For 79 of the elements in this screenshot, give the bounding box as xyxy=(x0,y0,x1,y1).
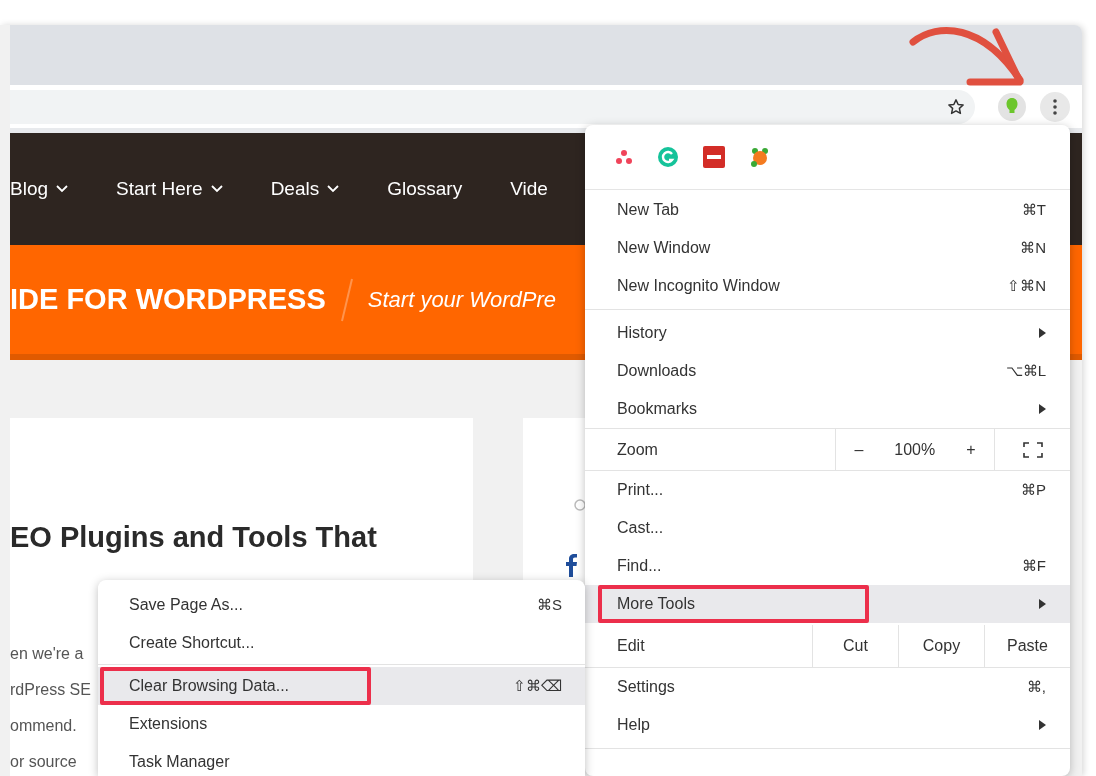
menu-item-label: New Window xyxy=(617,238,711,258)
menu-item-label: Extensions xyxy=(129,714,208,734)
edit-action-button[interactable]: Copy xyxy=(898,625,984,667)
menu-item-label: Downloads xyxy=(617,361,697,381)
nav-link[interactable]: Vide xyxy=(510,174,548,204)
menu-item-label: History xyxy=(617,323,667,343)
menu-item-label: New Tab xyxy=(617,200,679,220)
menu-item-label: Edit xyxy=(616,636,646,656)
article-text: rdPress SE xyxy=(10,679,91,700)
menu-item-label: Create Shortcut... xyxy=(129,633,255,653)
zoom-out-button[interactable]: – xyxy=(848,437,870,462)
menu-item-label: More Tools xyxy=(617,594,695,614)
chevron-down-icon xyxy=(210,185,223,193)
menu-item-label: Bookmarks xyxy=(617,399,698,419)
menu-item[interactable]: New Window ⌘N xyxy=(585,229,1070,267)
menu-item[interactable]: Print... ⌘P xyxy=(585,471,1070,509)
menu-item[interactable]: Settings ⌘, xyxy=(585,668,1070,706)
menu-item-label: Print... xyxy=(617,480,664,500)
shortcut-text: ⇧⌘⌫ xyxy=(513,675,562,696)
facebook-icon[interactable] xyxy=(565,553,577,577)
menu-button[interactable] xyxy=(1040,91,1070,122)
nav-link[interactable]: Glossary xyxy=(387,174,463,204)
shortcut-text: ⌘, xyxy=(1026,676,1046,697)
menu-item[interactable]: Help xyxy=(585,706,1070,744)
zoom-in-button[interactable]: + xyxy=(960,437,982,462)
shortcut-text: ⌘T xyxy=(1021,199,1046,220)
article-text: ommend. xyxy=(10,715,77,736)
article-text: or source xyxy=(10,751,77,772)
banner-tagline: Start your WordPre xyxy=(367,286,557,314)
shortcut-text: ⌥⌘L xyxy=(1005,360,1046,381)
article-heading: EO Plugins and Tools That xyxy=(10,520,378,555)
menu-item[interactable]: More Tools xyxy=(585,585,1070,623)
menu-item-label: Zoom xyxy=(616,439,659,460)
star-icon[interactable] xyxy=(947,97,965,116)
banner-title: IDE FOR WORDPRESS xyxy=(10,281,326,317)
edit-action-button[interactable]: Paste xyxy=(984,625,1070,667)
fullscreen-icon xyxy=(1022,441,1043,458)
avatar-icon[interactable] xyxy=(997,91,1027,122)
menu-item[interactable]: Bookmarks xyxy=(585,390,1070,428)
menu-item[interactable]: Find... ⌘F xyxy=(585,547,1070,585)
menu-item-label: Save Page As... xyxy=(129,595,243,615)
menu-item[interactable]: New Incognito Window ⇧⌘N xyxy=(585,267,1070,305)
nav-link[interactable]: Start Here xyxy=(116,174,223,204)
edit-action-button[interactable]: Cut xyxy=(812,625,898,667)
shortcut-text: ⌘N xyxy=(1020,237,1046,258)
submenu-arrow-icon xyxy=(1039,404,1046,414)
three-dots-icon[interactable] xyxy=(615,148,633,166)
menu-item[interactable]: Save Page As... ⌘S xyxy=(98,586,585,624)
submenu-arrow-icon xyxy=(1039,328,1046,338)
menu-item-label: Clear Browsing Data... xyxy=(129,676,290,696)
shortcut-text: ⌘S xyxy=(537,594,562,615)
menu-item[interactable]: Create Shortcut... xyxy=(98,624,585,662)
menu-item-label: Settings xyxy=(617,677,675,697)
menu-item[interactable]: Downloads ⌥⌘L xyxy=(585,352,1070,390)
slash-divider xyxy=(339,276,354,323)
menu-item-label: Help xyxy=(617,715,650,735)
shortcut-text: ⌘P xyxy=(1021,479,1046,500)
submenu-arrow-icon xyxy=(1039,720,1046,730)
menu-item-label: New Incognito Window xyxy=(617,276,780,296)
nav-link[interactable]: Blog xyxy=(10,174,69,204)
nav-link[interactable]: Deals xyxy=(270,174,340,204)
article-text: en we're a xyxy=(10,643,84,664)
menu-item[interactable]: History xyxy=(585,314,1070,352)
menu-item[interactable]: Extensions xyxy=(98,705,585,743)
chevron-down-icon xyxy=(327,185,340,193)
menu-item-label: Task Manager xyxy=(129,752,230,772)
menu-item[interactable]: New Tab ⌘T xyxy=(585,191,1070,229)
menu-item-label: Find... xyxy=(617,556,662,576)
zoom-level: 100% xyxy=(894,439,936,460)
submenu-arrow-icon xyxy=(1039,599,1046,609)
kebab-icon xyxy=(1053,98,1057,115)
shortcut-text: ⇧⌘N xyxy=(1007,275,1046,296)
menu-item[interactable]: Clear Browsing Data... ⇧⌘⌫ xyxy=(98,667,585,705)
menu-item[interactable]: Task Manager xyxy=(98,743,585,776)
shortcut-text: ⌘F xyxy=(1021,555,1046,576)
chevron-down-icon xyxy=(56,185,69,193)
flower-icon[interactable] xyxy=(749,146,771,168)
menu-item[interactable]: Cast... xyxy=(585,509,1070,547)
menu-item-label: Cast... xyxy=(617,518,664,538)
